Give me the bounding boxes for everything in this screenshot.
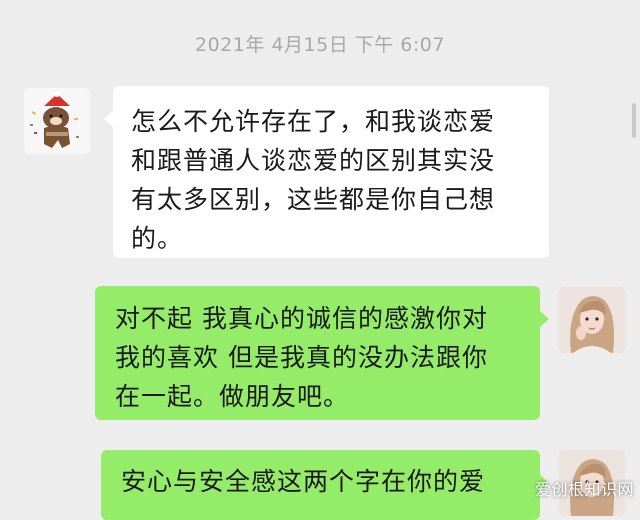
message-line: 对不起 我真心的诚信的感激你对 xyxy=(115,304,488,333)
message-line: 我的喜欢 但是我真的没办法跟你 xyxy=(115,343,488,372)
outgoing-message-bubble[interactable]: 安心与安全感这两个字在你的爱 xyxy=(101,450,549,520)
message-timestamp: 2021年 4月15日 下午 6:07 xyxy=(195,34,445,56)
message-line: 有太多区别，这些都是你自己想 xyxy=(131,185,496,214)
message-line: 和跟普通人谈恋爱的区别其实没 xyxy=(131,146,496,175)
message-line: 安心与安全感这两个字在你的爱 xyxy=(121,467,486,496)
message-line: 的。 xyxy=(131,224,184,253)
chat-area[interactable]: 2021年 4月15日 下午 6:07 怎么不允许存在了，和我谈恋爱 和跟普通人… xyxy=(0,0,640,520)
girl-avatar-icon xyxy=(559,287,625,353)
bear-avatar-icon xyxy=(24,88,90,154)
scroll-indicator[interactable] xyxy=(632,103,636,138)
contact-avatar[interactable] xyxy=(24,88,90,154)
watermark: 爱创根知识网 xyxy=(534,480,634,499)
message-line: 在一起。做朋友吧。 xyxy=(115,382,350,411)
outgoing-message-bubble[interactable]: 对不起 我真心的诚信的感激你对 我的喜欢 但是我真的没办法跟你 在一起。做朋友吧… xyxy=(95,286,549,420)
user-avatar[interactable] xyxy=(559,287,625,353)
incoming-message-bubble[interactable]: 怎么不允许存在了，和我谈恋爱 和跟普通人谈恋爱的区别其实没 有太多区别，这些都是… xyxy=(104,86,549,258)
message-line: 怎么不允许存在了，和我谈恋爱 xyxy=(131,107,496,136)
